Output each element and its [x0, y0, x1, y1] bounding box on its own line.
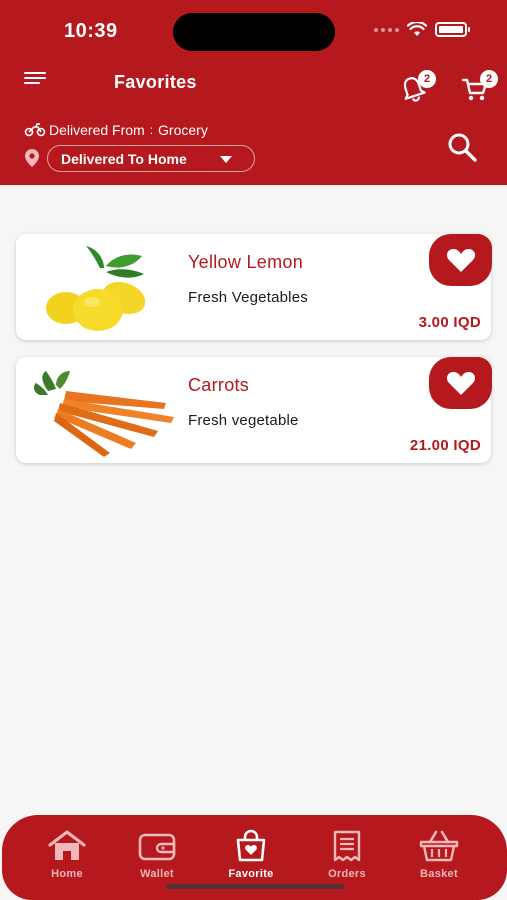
- app-header: 10:39 Favorites 2 2 Delivered From: Gro…: [0, 0, 507, 185]
- item-name: Yellow Lemon: [188, 252, 304, 272]
- nav-wallet[interactable]: Wallet: [117, 829, 197, 880]
- nav-orders[interactable]: Orders: [307, 829, 387, 880]
- delivery-location-select[interactable]: Delivered To Home: [47, 145, 255, 172]
- favorite-toggle-button[interactable]: [429, 234, 492, 286]
- delivered-from-value: Grocery: [158, 122, 208, 138]
- nav-home-label: Home: [51, 868, 83, 880]
- nav-home[interactable]: Home: [27, 829, 107, 880]
- item-name: Carrots: [188, 375, 250, 395]
- home-icon: [48, 830, 86, 860]
- delivered-from: Delivered From : Grocery: [24, 122, 208, 138]
- delivered-from-label: Delivered From: [49, 122, 145, 138]
- nav-orders-label: Orders: [328, 868, 366, 880]
- signal-icon: [374, 27, 399, 32]
- delivered-from-separator: :: [149, 123, 154, 137]
- delivery-location-label: Delivered To Home: [61, 150, 187, 167]
- favorite-item-card[interactable]: Carrots Fresh vegetable 21.00 IQD: [16, 357, 492, 463]
- heart-icon: [446, 249, 475, 272]
- carrot-image: [33, 371, 174, 457]
- nav-basket-label: Basket: [420, 868, 458, 880]
- cart-button[interactable]: 2: [460, 70, 498, 108]
- status-icons: [374, 22, 470, 37]
- item-category: Fresh vegetable: [188, 412, 299, 429]
- wifi-icon: [407, 22, 427, 36]
- home-indicator: [166, 884, 344, 889]
- nav-basket[interactable]: Basket: [399, 829, 479, 880]
- basket-icon: [419, 830, 459, 862]
- orders-icon: [333, 830, 361, 862]
- scooter-icon: [24, 123, 46, 137]
- wallet-icon: [138, 833, 176, 861]
- lemon-image: [46, 246, 146, 331]
- favorite-toggle-button[interactable]: [429, 357, 492, 409]
- page-title: Favorites: [114, 72, 197, 92]
- caret-down-icon: [220, 156, 232, 163]
- nav-favorite-label: Favorite: [228, 868, 274, 880]
- nav-favorite[interactable]: Favorite: [211, 829, 291, 880]
- cart-badge: 2: [480, 70, 498, 88]
- location-pin-icon: [25, 149, 39, 167]
- favorite-bag-icon: [236, 829, 266, 862]
- item-price: 21.00 IQD: [409, 437, 481, 454]
- notifications-badge: 2: [418, 70, 436, 88]
- search-icon: [448, 133, 477, 162]
- dynamic-island: [173, 13, 335, 51]
- heart-icon: [446, 372, 475, 395]
- notifications-button[interactable]: 2: [398, 70, 436, 108]
- item-category: Fresh Vegetables: [188, 289, 308, 306]
- search-button[interactable]: [445, 130, 479, 164]
- menu-button[interactable]: [24, 72, 46, 92]
- favorite-item-card[interactable]: Yellow Lemon Fresh Vegetables 3.00 IQD: [16, 234, 492, 340]
- battery-icon: [435, 22, 470, 37]
- item-price: 3.00 IQD: [418, 314, 481, 331]
- status-time: 10:39: [64, 20, 118, 42]
- nav-wallet-label: Wallet: [140, 868, 174, 880]
